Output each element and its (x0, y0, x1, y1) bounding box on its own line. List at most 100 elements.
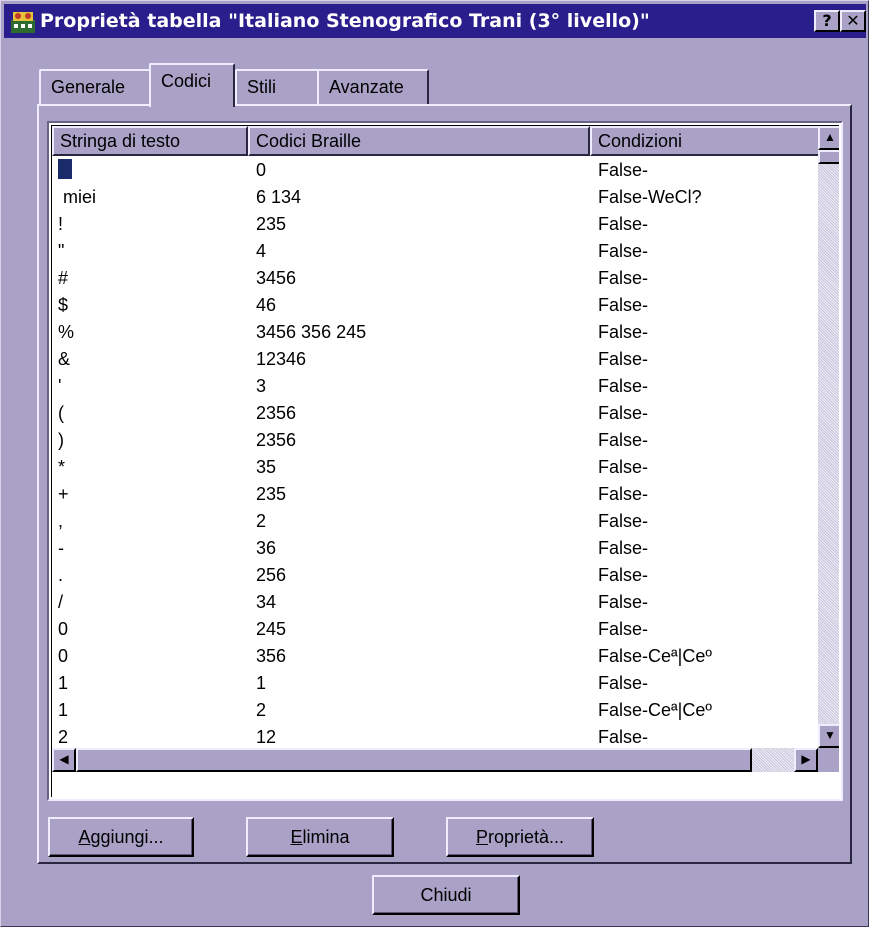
cell-braille: 4 (256, 241, 267, 261)
app-icon (11, 12, 35, 33)
table-row[interactable]: " 4 False- (52, 238, 816, 265)
table-row[interactable]: % 3456 356 245 False- (52, 319, 816, 346)
aggiungi-button[interactable]: Aggiungi... (48, 817, 194, 857)
elimina-label: limina (302, 827, 350, 847)
cell-condition: False-Ceª|Ceº (598, 700, 712, 720)
close-button[interactable]: ✕ (840, 10, 866, 32)
table-row[interactable]: . 256 False- (52, 562, 816, 589)
cell-condition: False- (598, 673, 649, 693)
table-row[interactable]: ! 235 False- (52, 211, 816, 238)
cell-braille: 46 (256, 295, 277, 315)
scroll-left-icon[interactable]: ◀ (52, 748, 76, 772)
chiudi-button[interactable]: Chiudi (372, 875, 520, 915)
properties-dialog: Proprietà tabella "Italiano Stenografico… (0, 0, 869, 927)
cell-condition: False- (598, 241, 649, 261)
cell-text: . (58, 565, 64, 585)
cell-braille: 12 (256, 727, 277, 747)
table-row[interactable]: 0 False- (52, 157, 816, 184)
table-row[interactable]: 0 356 False-Ceª|Ceº (52, 643, 816, 670)
cell-braille: 2356 (256, 403, 297, 423)
list-header: Stringa di testo Codici Braille Condizio… (52, 126, 824, 156)
table-row[interactable]: * 35 False- (52, 454, 816, 481)
window-title: Proprietà tabella "Italiano Stenografico… (40, 10, 650, 32)
cell-braille: 35 (256, 457, 277, 477)
table-row[interactable]: & 12346 False- (52, 346, 816, 373)
proprieta-button[interactable]: Proprietà... (446, 817, 594, 857)
column-header-condizioni[interactable]: Condizioni (590, 126, 824, 156)
table-row[interactable]: miei 6 134 False-WeCl? (52, 184, 816, 211)
cell-condition: False- (598, 214, 649, 234)
cell-text: 2 (58, 727, 69, 747)
scroll-right-icon[interactable]: ▶ (794, 748, 818, 772)
table-row[interactable]: +235 False- (52, 481, 816, 508)
cell-condition: False- (598, 268, 649, 288)
cell-condition: False- (598, 376, 649, 396)
table-row[interactable]: / 34 False- (52, 589, 816, 616)
help-button[interactable]: ? (814, 10, 840, 32)
aggiungi-hotkey: A (78, 827, 91, 847)
cell-text: 1 (58, 700, 69, 720)
scroll-down-icon[interactable]: ▼ (818, 724, 839, 748)
table-row[interactable]: $46 False- (52, 292, 816, 319)
table-row[interactable]: (2356 False- (52, 400, 816, 427)
title-bar[interactable]: Proprietà tabella "Italiano Stenografico… (4, 4, 866, 38)
cell-text: * (58, 457, 66, 477)
cell-text: % (58, 322, 75, 342)
cell-condition: False- (598, 484, 649, 504)
scroll-up-icon[interactable]: ▲ (818, 126, 839, 150)
codes-list[interactable]: Stringa di testo Codici Braille Condizio… (47, 121, 843, 801)
cell-braille: 235 (256, 214, 287, 234)
cell-text: $ (58, 295, 69, 315)
cell-braille: 2 (256, 700, 267, 720)
table-row[interactable]: ' 3 False- (52, 373, 816, 400)
horizontal-scrollbar[interactable]: ◀ ▶ (52, 748, 818, 772)
cell-text: 1 (58, 673, 69, 693)
cell-braille: 3456 (256, 268, 297, 288)
cell-braille: 34 (256, 592, 277, 612)
cell-braille: 0 (256, 160, 267, 180)
cell-condition: False- (598, 538, 649, 558)
cell-text: ) (58, 430, 64, 450)
vertical-scroll-thumb[interactable] (818, 150, 839, 164)
horizontal-scroll-thumb[interactable] (76, 748, 752, 772)
cell-text: " (58, 241, 65, 261)
cell-condition: False- (598, 511, 649, 531)
table-row[interactable]: 0 245 False- (52, 616, 816, 643)
cell-text: 0 (58, 646, 69, 666)
column-header-stringa[interactable]: Stringa di testo (52, 126, 248, 156)
proprieta-label: roprietà... (487, 827, 565, 847)
cell-braille: 12346 (256, 349, 307, 369)
table-row[interactable]: 2 12 False- (52, 724, 816, 751)
cell-braille: 3456 356 245 (256, 322, 367, 342)
tab-generale[interactable]: Generale (39, 69, 151, 105)
scrollbar-corner (818, 748, 839, 772)
table-row[interactable]: - 36 False- (52, 535, 816, 562)
column-header-codici[interactable]: Codici Braille (248, 126, 590, 156)
cell-condition: False- (598, 160, 649, 180)
aggiungi-label: ggiungi... (90, 827, 164, 847)
cell-text: , (58, 511, 64, 531)
proprieta-hotkey: P (475, 827, 488, 847)
selected-cell-marker (58, 159, 72, 179)
cell-braille: 3 (256, 376, 267, 396)
list-rows: 0 False- miei 6 134 False-WeCl?! 235 False- " 4… (52, 157, 816, 777)
tab-codici[interactable]: Codici (149, 63, 235, 107)
cell-condition: False- (598, 457, 649, 477)
cell-condition: False- (598, 565, 649, 585)
vertical-scrollbar[interactable]: ▲ ▼ (818, 126, 839, 748)
table-row[interactable]: #3456 False- (52, 265, 816, 292)
table-row[interactable]: 1 1 False- (52, 670, 816, 697)
cell-braille: 1 (256, 673, 267, 693)
cell-condition: False- (598, 295, 649, 315)
cell-text: - (58, 538, 64, 558)
cell-braille: 235 (256, 484, 287, 504)
elimina-button[interactable]: Elimina (246, 817, 394, 857)
tab-avanzate[interactable]: Avanzate (317, 69, 429, 105)
cell-braille: 2 (256, 511, 267, 531)
table-row[interactable]: ) 2356 False- (52, 427, 816, 454)
table-row[interactable]: 1 2 False-Ceª|Ceº (52, 697, 816, 724)
cell-condition: False-Ceª|Ceº (598, 646, 712, 666)
table-row[interactable]: , 2 False- (52, 508, 816, 535)
tab-stili[interactable]: Stili (235, 69, 319, 105)
cell-condition: False- (598, 322, 649, 342)
